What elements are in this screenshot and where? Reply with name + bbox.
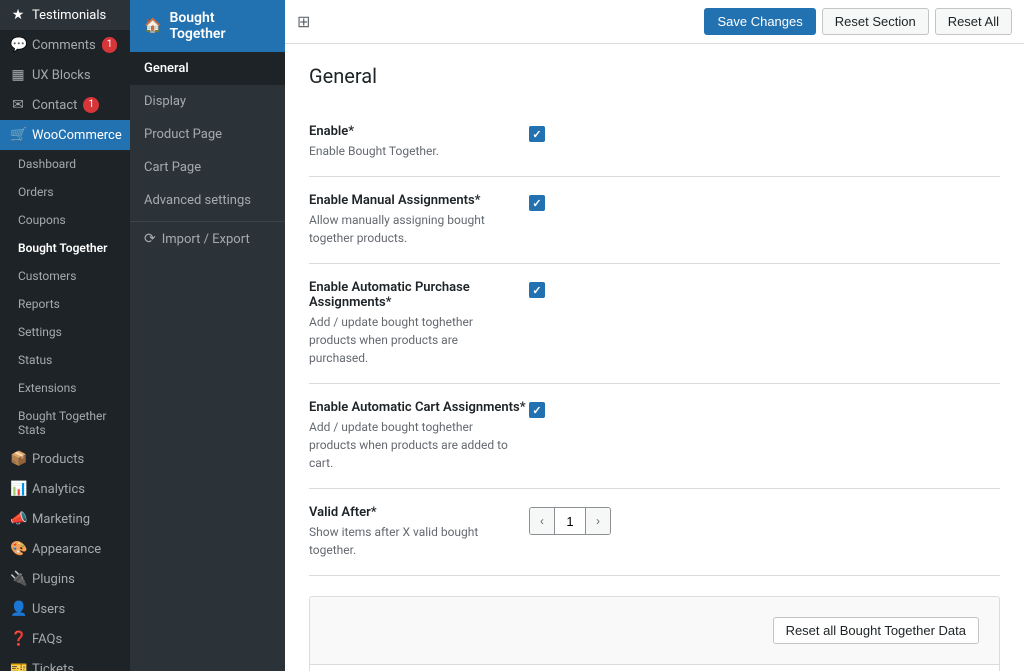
submenu-item-display[interactable]: Display xyxy=(130,85,285,118)
stepper-increment-button[interactable]: › xyxy=(586,508,610,534)
reset-data-inner: Reset all Bought Together Data xyxy=(310,597,999,664)
reset-all-button[interactable]: Reset All xyxy=(935,8,1012,35)
auto-cart-label: Enable Automatic Cart Assignments* xyxy=(309,400,529,415)
reset-data-box: Reset all Bought Together Data This will… xyxy=(309,596,1000,671)
page-title: General xyxy=(309,64,1000,88)
setting-enable: Enable* Enable Bought Together. xyxy=(309,108,1000,177)
sidebar-item-bought-together[interactable]: Bought Together xyxy=(0,234,130,262)
submenu-header: 🏠 Bought Together xyxy=(130,0,285,52)
sidebar-item-marketing[interactable]: 📣 Marketing xyxy=(0,504,130,534)
submenu-item-general[interactable]: General xyxy=(130,52,285,85)
setting-valid-after: Valid After* Show items after X valid bo… xyxy=(309,489,1000,576)
reset-bought-together-data-button[interactable]: Reset all Bought Together Data xyxy=(773,617,979,644)
sidebar-item-customers[interactable]: Customers xyxy=(0,262,130,290)
sidebar-item-testimonials[interactable]: ★ Testimonials xyxy=(0,0,130,30)
comments-badge: 1 xyxy=(102,37,118,53)
submenu-item-cart-page[interactable]: Cart Page xyxy=(130,151,285,184)
manual-assignments-label: Enable Manual Assignments* xyxy=(309,193,529,208)
submenu: 🏠 Bought Together General Display Produc… xyxy=(130,0,285,671)
sidebar-item-status[interactable]: Status xyxy=(0,346,130,374)
analytics-icon: 📊 xyxy=(10,481,26,497)
valid-after-description: Show items after X valid bought together… xyxy=(309,523,509,559)
toolbar-left: ⊞ xyxy=(297,12,310,31)
auto-purchase-label: Enable Automatic Purchase Assignments* xyxy=(309,280,529,310)
contact-icon: ✉ xyxy=(10,97,26,113)
sidebar-item-extensions[interactable]: Extensions xyxy=(0,374,130,402)
woocommerce-icon: 🛒 xyxy=(10,127,26,143)
testimonials-icon: ★ xyxy=(10,7,26,23)
setting-manual-assignments: Enable Manual Assignments* Allow manuall… xyxy=(309,177,1000,264)
sidebar-item-comments[interactable]: 💬 Comments 1 xyxy=(0,30,130,60)
sidebar-item-ux-blocks[interactable]: ▦ UX Blocks xyxy=(0,60,130,90)
tickets-icon: 🎫 xyxy=(10,661,26,671)
toolbar: ⊞ Save Changes Reset Section Reset All xyxy=(285,0,1024,44)
sidebar-item-dashboard[interactable]: Dashboard xyxy=(0,150,130,178)
sidebar-item-contact[interactable]: ✉ Contact 1 xyxy=(0,90,130,120)
valid-after-stepper: ‹ › xyxy=(529,507,611,535)
sidebar-item-appearance[interactable]: 🎨 Appearance xyxy=(0,534,130,564)
sidebar-item-woocommerce[interactable]: 🛒 WooCommerce xyxy=(0,120,130,150)
marketing-icon: 📣 xyxy=(10,511,26,527)
content-area: General Enable* Enable Bought Together. … xyxy=(285,44,1024,671)
manual-assignments-description: Allow manually assigning bought together… xyxy=(309,211,509,247)
setting-auto-purchase: Enable Automatic Purchase Assignments* A… xyxy=(309,264,1000,384)
reset-section-button[interactable]: Reset Section xyxy=(822,8,929,35)
sidebar-item-analytics[interactable]: 📊 Analytics xyxy=(0,474,130,504)
ux-blocks-icon: ▦ xyxy=(10,67,26,83)
sidebar-item-tickets[interactable]: 🎫 Tickets xyxy=(0,654,130,671)
save-changes-button[interactable]: Save Changes xyxy=(704,8,815,35)
stepper-decrement-button[interactable]: ‹ xyxy=(530,508,554,534)
sidebar-item-coupons[interactable]: Coupons xyxy=(0,206,130,234)
plugins-icon: 🔌 xyxy=(10,571,26,587)
sidebar-item-settings[interactable]: Settings xyxy=(0,318,130,346)
products-icon: 📦 xyxy=(10,451,26,467)
auto-purchase-checkbox[interactable] xyxy=(529,282,545,298)
sidebar-item-reports[interactable]: Reports xyxy=(0,290,130,318)
sidebar: ★ Testimonials 💬 Comments 1 ▦ UX Blocks … xyxy=(0,0,130,671)
setting-auto-cart: Enable Automatic Cart Assignments* Add /… xyxy=(309,384,1000,489)
sidebar-item-users[interactable]: 👤 Users xyxy=(0,594,130,624)
auto-cart-description: Add / update bought toghether products w… xyxy=(309,418,509,472)
enable-description: Enable Bought Together. xyxy=(309,142,509,160)
sidebar-item-products[interactable]: 📦 Products xyxy=(0,444,130,474)
sidebar-item-faqs[interactable]: ❓ FAQs xyxy=(0,624,130,654)
match-orders-section: This will go through all old Orders and … xyxy=(310,664,999,671)
valid-after-label: Valid After* xyxy=(309,505,529,520)
enable-checkbox[interactable] xyxy=(529,126,545,142)
submenu-header-icon: 🏠 xyxy=(144,18,161,34)
sidebar-item-plugins[interactable]: 🔌 Plugins xyxy=(0,564,130,594)
stepper-value-input[interactable] xyxy=(554,508,586,534)
import-icon: ⟳ xyxy=(144,231,156,247)
sidebar-item-orders[interactable]: Orders xyxy=(0,178,130,206)
toolbar-right: Save Changes Reset Section Reset All xyxy=(704,8,1012,35)
submenu-item-advanced-settings[interactable]: Advanced settings xyxy=(130,184,285,217)
faqs-icon: ❓ xyxy=(10,631,26,647)
sidebar-item-bt-stats[interactable]: Bought Together Stats xyxy=(0,402,130,444)
submenu-item-product-page[interactable]: Product Page xyxy=(130,118,285,151)
enable-label: Enable* xyxy=(309,124,529,139)
auto-purchase-description: Add / update bought toghether products w… xyxy=(309,313,509,367)
users-icon: 👤 xyxy=(10,601,26,617)
comments-icon: 💬 xyxy=(10,37,26,53)
main-content: ⊞ Save Changes Reset Section Reset All G… xyxy=(285,0,1024,671)
appearance-icon: 🎨 xyxy=(10,541,26,557)
manual-assignments-checkbox[interactable] xyxy=(529,195,545,211)
auto-cart-checkbox[interactable] xyxy=(529,402,545,418)
grid-icon[interactable]: ⊞ xyxy=(297,12,310,31)
submenu-item-import-export[interactable]: ⟳ Import / Export xyxy=(130,221,285,256)
contact-badge: 1 xyxy=(83,97,99,113)
